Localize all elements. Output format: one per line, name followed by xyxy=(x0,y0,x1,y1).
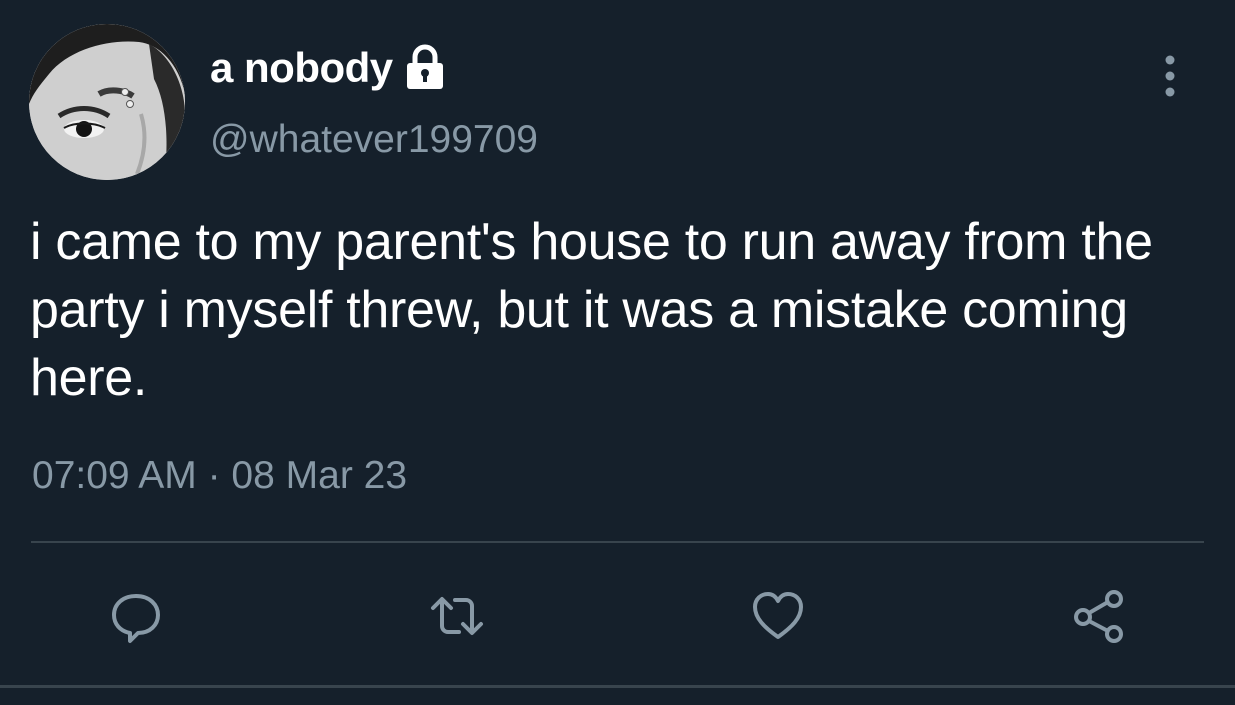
tweet-text: i came to my parent's house to run away … xyxy=(30,213,1153,407)
display-name-text: a nobody xyxy=(210,44,393,91)
like-button[interactable] xyxy=(750,588,806,644)
user-handle[interactable]: @whatever199709 xyxy=(210,118,538,162)
avatar[interactable] xyxy=(29,24,185,180)
bottom-divider xyxy=(0,685,1235,688)
lock-icon xyxy=(401,44,449,90)
tweet-timestamp[interactable]: 07:09 AM · 08 Mar 23 xyxy=(32,454,407,498)
retweet-button[interactable] xyxy=(429,588,485,644)
share-icon xyxy=(1074,590,1123,643)
display-name[interactable]: a nobody xyxy=(210,44,449,92)
heart-icon xyxy=(753,592,803,639)
retweet-icon xyxy=(431,597,483,635)
reply-icon xyxy=(112,594,160,643)
avatar-image xyxy=(29,24,185,180)
tweet-card: a nobody @whatever199709 i came to my pa… xyxy=(0,0,1235,705)
share-button[interactable] xyxy=(1071,588,1127,644)
reply-button[interactable] xyxy=(108,588,164,644)
more-vertical-icon[interactable] xyxy=(1154,54,1186,98)
divider xyxy=(31,541,1204,543)
